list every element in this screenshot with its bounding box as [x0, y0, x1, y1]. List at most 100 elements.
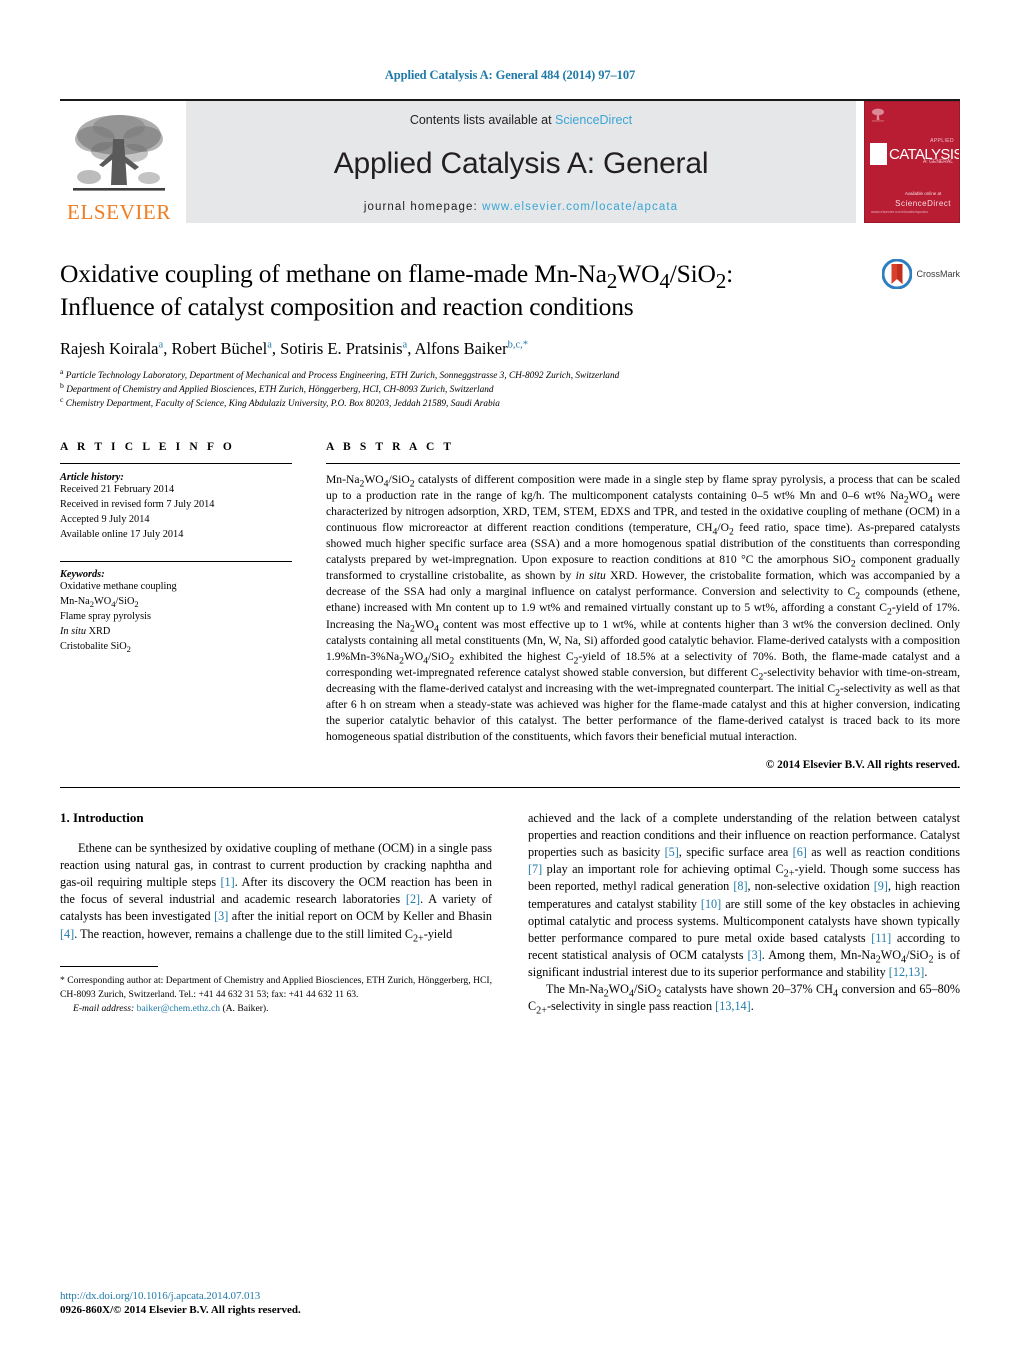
citation-link[interactable]: [6]	[793, 845, 807, 859]
intro-paragraph-left: Ethene can be synthesized by oxidative c…	[60, 840, 492, 945]
cover-white-block	[870, 143, 887, 165]
keyword-item: In situ XRD	[60, 625, 111, 637]
affiliation-c: c Chemistry Department, Faculty of Scien…	[60, 394, 960, 411]
history-item: Accepted 9 July 2014	[60, 513, 150, 525]
contents-available-line: Contents lists available at ScienceDirec…	[410, 113, 632, 127]
affiliation-text-c: Chemistry Department, Faculty of Science…	[65, 398, 500, 409]
sciencedirect-link[interactable]: ScienceDirect	[555, 113, 632, 127]
keyword-item: Flame spray pyrolysis	[60, 610, 151, 622]
author-name-1[interactable]: Rajesh Koirala	[60, 339, 159, 358]
elsevier-tree-icon	[67, 109, 171, 201]
crossmark-icon	[882, 259, 913, 289]
citation-link[interactable]: [9]	[874, 879, 888, 893]
body-columns: 1. Introduction Ethene can be synthesize…	[60, 810, 960, 1016]
title-line-1-d: :	[726, 259, 734, 288]
footnote-body: Corresponding author at: Department of C…	[60, 975, 492, 1000]
abstract-copyright: © 2014 Elsevier B.V. All rights reserved…	[765, 758, 960, 771]
page-title: Oxidative coupling of methane on flame-m…	[60, 257, 960, 323]
title-line-1-c: /SiO	[669, 259, 716, 288]
journal-masthead: ELSEVIER Contents lists available at Sci…	[60, 99, 960, 223]
citation-link[interactable]: [10]	[701, 897, 721, 911]
crossmark-label: CrossMark	[916, 269, 960, 279]
citation-link[interactable]: [1]	[220, 875, 234, 889]
keyword-item: Mn-Na2WO4/SiO2	[60, 596, 139, 610]
citation-link[interactable]: [11]	[871, 931, 891, 945]
citation-link[interactable]: [3]	[214, 909, 228, 923]
body-right-column: achieved and the lack of a complete unde…	[528, 810, 960, 1017]
abstract-rule	[326, 463, 960, 465]
author-marks-3: a	[402, 339, 408, 351]
elsevier-logo: ELSEVIER	[60, 101, 178, 223]
homepage-url-link[interactable]: www.elsevier.com/locate/apcata	[482, 201, 678, 213]
citation-link[interactable]: [5]	[665, 845, 679, 859]
abstract-label: A B S T R A C T	[326, 441, 455, 454]
citation-link[interactable]: [13,14]	[715, 999, 751, 1013]
article-history-heading: Article history:	[60, 472, 124, 484]
journal-title: Applied Catalysis A: General	[333, 147, 709, 180]
author-marks-1: a	[158, 339, 164, 351]
author-name-4[interactable]: Alfons Baiker	[415, 339, 508, 358]
elsevier-wordmark: ELSEVIER	[67, 200, 171, 224]
history-item: Received in revised form 7 July 2014	[60, 498, 215, 510]
cover-bottom-url: www.elsevier.com/locate/apcata	[871, 209, 928, 214]
cover-footer: Available online at ScienceDirect	[895, 191, 951, 210]
author-marks-2: a	[267, 339, 272, 351]
affiliation-list: a Particle Technology Laboratory, Depart…	[60, 366, 960, 411]
intro-paragraph-right-2: The Mn-Na2WO4/SiO2 catalysts have shown …	[528, 982, 960, 1017]
affiliation-text-a: Particle Technology Laboratory, Departme…	[65, 370, 620, 381]
affiliation-a: a Particle Technology Laboratory, Depart…	[60, 366, 960, 383]
citation-link[interactable]: [12,13]	[889, 965, 925, 979]
body-left-column: 1. Introduction Ethene can be synthesize…	[60, 810, 492, 1016]
cover-elsevier-tree-icon	[872, 108, 884, 122]
doi-link[interactable]: http://dx.doi.org/10.1016/j.apcata.2014.…	[60, 1290, 492, 1302]
cover-subtitle-top: APPLIED	[930, 138, 954, 144]
history-item: Available online 17 July 2014	[60, 528, 184, 540]
title-block: Oxidative coupling of methane on flame-m…	[60, 257, 960, 323]
article-page: Applied Catalysis A: General 484 (2014) …	[0, 0, 1020, 1351]
author-name-2[interactable]: Robert Büchel	[171, 339, 267, 358]
title-line-1-a: Oxidative coupling of methane on flame-m…	[60, 259, 607, 288]
citation-link[interactable]: [7]	[528, 862, 542, 876]
issn-copyright-line: 0926-860X/© 2014 Elsevier B.V. All right…	[60, 1304, 301, 1316]
corresponding-author-footnote: * Corresponding author at: Department of…	[60, 966, 492, 1015]
title-sub-3: 2	[715, 269, 727, 294]
email-address-label: E-mail address:	[73, 1002, 135, 1014]
affiliation-text-b: Department of Chemistry and Applied Bios…	[66, 384, 494, 395]
author-name-3[interactable]: Sotiris E. Pratsinis	[280, 339, 402, 358]
info-abstract-row: A R T I C L E I N F O Article history: R…	[60, 441, 960, 771]
cover-footer-small: Available online at	[904, 191, 942, 197]
journal-homepage-line: journal homepage: www.elsevier.com/locat…	[364, 201, 678, 213]
affiliation-b: b Department of Chemistry and Applied Bi…	[60, 380, 960, 397]
title-sub-1: 2	[606, 269, 618, 294]
abstract-bottom-rule	[60, 786, 960, 788]
citation-link[interactable]: [3]	[748, 948, 762, 962]
author-marks-4: b,c,*	[507, 339, 528, 351]
keywords-heading: Keywords:	[60, 569, 105, 581]
history-item: Received 21 February 2014	[60, 484, 175, 496]
abstract-column: A B S T R A C T Mn-Na2WO4/SiO2 catalysts…	[326, 441, 960, 771]
article-info-label: A R T I C L E I N F O	[60, 441, 235, 454]
footnote-rule	[60, 966, 158, 968]
citation-link[interactable]: [2]	[406, 892, 420, 906]
abstract-text: Mn-Na2WO4/SiO2 catalysts of different co…	[326, 473, 960, 743]
affiliation-mark-b: b	[60, 380, 64, 390]
affiliation-mark-a: a	[60, 366, 64, 376]
keywords-rule	[60, 561, 292, 563]
section-heading-introduction: 1. Introduction	[60, 809, 144, 825]
keyword-item: Cristobalite SiO2	[60, 640, 131, 654]
contents-prefix: Contents lists available at	[409, 113, 556, 127]
citation-link[interactable]: [8]	[733, 879, 747, 893]
journal-cover-thumbnail: CATALYSIS APPLIED A: GENERAL Available o…	[864, 101, 960, 223]
citation-link[interactable]: [4]	[60, 927, 74, 941]
title-line-1-b: WO	[617, 259, 660, 288]
cover-subtitle-bottom: A: GENERAL	[922, 159, 953, 165]
crossmark-badge[interactable]: CrossMark	[882, 259, 960, 289]
footnote-star: *	[60, 975, 65, 987]
affiliation-mark-c: c	[60, 394, 64, 404]
running-head: Applied Catalysis A: General 484 (2014) …	[384, 68, 636, 82]
footnote-text: * Corresponding author at: Department of…	[60, 974, 492, 1015]
author-list: Rajesh Koiralaa, Robert Büchela, Sotiris…	[60, 339, 528, 359]
title-line-2: Influence of catalyst composition and re…	[60, 292, 634, 322]
email-link[interactable]: baiker@chem.ethz.ch	[137, 1003, 220, 1014]
